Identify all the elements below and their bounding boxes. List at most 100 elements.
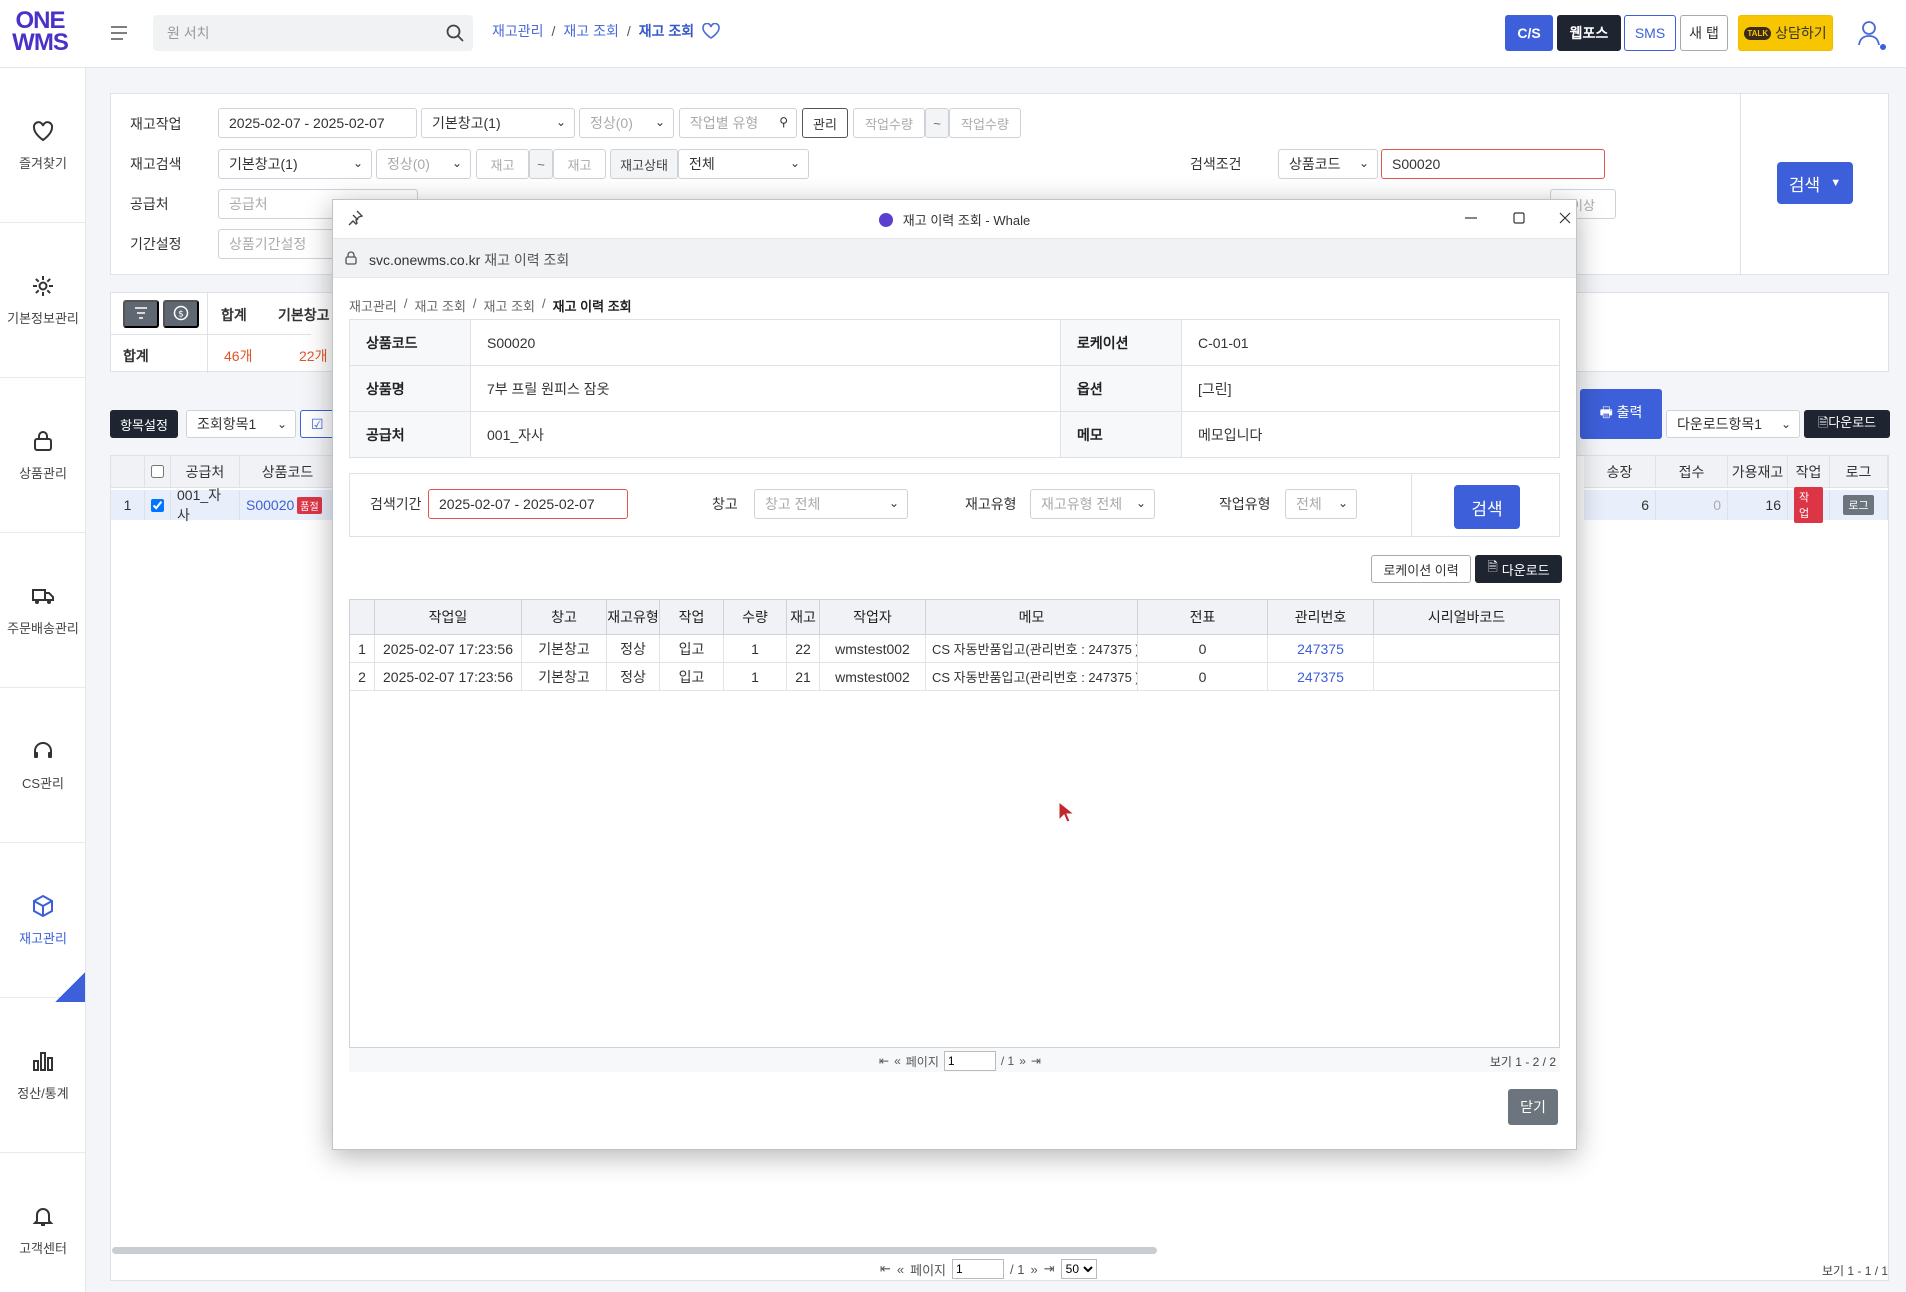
- lock-icon[interactable]: [343, 250, 359, 266]
- currency-icon[interactable]: $: [163, 300, 199, 328]
- last-page-icon[interactable]: ⇥: [1031, 1054, 1041, 1068]
- work-warehouse-select[interactable]: 기본창고(1) ⌄: [421, 108, 575, 138]
- stock-status-select[interactable]: 정상(0) ⌄: [376, 149, 471, 179]
- stock-warehouse-select[interactable]: 기본창고(1) ⌄: [218, 149, 372, 179]
- last-page-icon[interactable]: ⇥: [1044, 1261, 1055, 1277]
- row-code-cell[interactable]: S00020 품절: [240, 490, 336, 520]
- history-search-button[interactable]: 검색: [1454, 485, 1520, 529]
- table-header-checkbox[interactable]: [145, 456, 171, 488]
- stock-state-select[interactable]: 전체 ⌄: [678, 149, 809, 179]
- history-work-type-select[interactable]: 전체 ⌄: [1285, 489, 1357, 519]
- grid-header[interactable]: 작업일: [375, 600, 522, 635]
- table-header-work[interactable]: 작업: [1788, 456, 1830, 488]
- work-status-select[interactable]: 정상(0) ⌄: [579, 108, 674, 138]
- grid-header[interactable]: 메모: [926, 600, 1138, 635]
- close-button[interactable]: 닫기: [1508, 1089, 1558, 1125]
- item-setting-button[interactable]: 항목설정: [110, 410, 178, 438]
- user-icon[interactable]: [1856, 18, 1882, 48]
- filter-icon[interactable]: [123, 300, 159, 328]
- close-icon[interactable]: [1553, 206, 1577, 230]
- print-button[interactable]: 🖶 출력: [1580, 389, 1662, 439]
- checkbox-toggle-button[interactable]: ☑: [300, 410, 336, 438]
- grid-header[interactable]: 전표: [1138, 600, 1268, 635]
- kakao-talk-button[interactable]: TALK 상담하기: [1738, 15, 1833, 51]
- view-item-select[interactable]: 조회항목1 ⌄: [186, 410, 296, 438]
- first-page-icon[interactable]: ⇤: [879, 1054, 889, 1068]
- minimize-icon[interactable]: [1459, 206, 1483, 230]
- table-header-invoice[interactable]: 송장: [1584, 456, 1656, 488]
- stock-to[interactable]: 재고: [553, 149, 606, 179]
- onewms-logo[interactable]: ONE WMS: [10, 9, 70, 58]
- stock-from[interactable]: 재고: [476, 149, 529, 179]
- history-download-button[interactable]: 🗎 다운로드: [1475, 555, 1562, 583]
- grid-header[interactable]: 시리얼바코드: [1374, 600, 1559, 635]
- location-history-button[interactable]: 로케이션 이력: [1371, 555, 1471, 583]
- work-qty-from[interactable]: 작업수량: [853, 108, 925, 138]
- sidebar-item-basic-info[interactable]: 기본정보관리: [0, 223, 86, 378]
- search-icon[interactable]: [445, 23, 465, 43]
- row-code[interactable]: S00020: [246, 497, 294, 513]
- sidebar-item-orders[interactable]: 주문배송관리: [0, 533, 86, 688]
- management-number-link[interactable]: 247375: [1268, 635, 1374, 663]
- grid-header[interactable]: 재고: [787, 600, 820, 635]
- grid-header[interactable]: 창고: [522, 600, 607, 635]
- download-item-select[interactable]: 다운로드항목1 ⌄: [1666, 410, 1800, 438]
- sms-button[interactable]: SMS: [1624, 15, 1676, 51]
- download-button[interactable]: 🗎다운로드: [1804, 410, 1890, 438]
- search-condition-select[interactable]: 상품코드 ⌄: [1278, 149, 1378, 179]
- log-button[interactable]: 로그: [1843, 495, 1874, 515]
- table-header-available[interactable]: 가용재고: [1728, 456, 1788, 488]
- global-search-input[interactable]: [153, 15, 433, 51]
- history-warehouse-select[interactable]: 창고 전체 ⌄: [754, 489, 908, 519]
- manage-button[interactable]: 관리: [802, 108, 848, 138]
- breadcrumb-item[interactable]: 재고관리: [349, 296, 397, 315]
- row-checkbox-cell[interactable]: [145, 490, 171, 520]
- summary-total-value[interactable]: 46개: [224, 346, 252, 366]
- next-page-icon[interactable]: »: [1031, 1262, 1038, 1277]
- summary-basic-value[interactable]: 22개: [299, 346, 327, 366]
- management-number-link[interactable]: 247375: [1268, 663, 1374, 691]
- hamburger-menu-icon[interactable]: [108, 22, 130, 44]
- work-qty-to[interactable]: 작업수량: [949, 108, 1021, 138]
- sidebar-item-customer-center[interactable]: 고객센터: [0, 1153, 86, 1292]
- history-stock-type-select[interactable]: 재고유형 전체 ⌄: [1030, 489, 1155, 519]
- grid-header[interactable]: 작업: [660, 600, 724, 635]
- page-input[interactable]: [952, 1259, 1005, 1279]
- webpos-button[interactable]: 웹포스: [1557, 15, 1621, 51]
- sidebar-item-cs[interactable]: CS관리: [0, 688, 86, 843]
- sidebar-item-favorites[interactable]: 즐겨찾기: [0, 68, 86, 223]
- main-search-button[interactable]: 검색 ▼: [1777, 162, 1853, 204]
- breadcrumb-item[interactable]: 재고관리: [492, 21, 544, 41]
- maximize-icon[interactable]: [1507, 206, 1531, 230]
- search-condition-input[interactable]: S00020: [1381, 149, 1605, 179]
- history-period-input[interactable]: 2025-02-07 - 2025-02-07: [428, 489, 628, 519]
- period-setting-select[interactable]: 상품기간설정: [218, 229, 338, 259]
- select-all-checkbox[interactable]: [151, 465, 164, 478]
- prev-page-icon[interactable]: «: [897, 1262, 904, 1277]
- sidebar-item-statistics[interactable]: 정산/통계: [0, 998, 86, 1153]
- grid-header[interactable]: 수량: [724, 600, 787, 635]
- per-page-select[interactable]: 50: [1060, 1259, 1097, 1279]
- table-header-accept[interactable]: 접수: [1656, 456, 1728, 488]
- table-header-supplier[interactable]: 공급처: [171, 456, 240, 488]
- breadcrumb-item[interactable]: 재고 조회: [563, 21, 618, 41]
- row-checkbox[interactable]: [151, 498, 164, 512]
- table-header-log[interactable]: 로그: [1830, 456, 1888, 488]
- prev-page-icon[interactable]: «: [894, 1054, 901, 1068]
- grid-header[interactable]: 관리번호: [1268, 600, 1374, 635]
- grid-header[interactable]: 작업자: [820, 600, 926, 635]
- grid-header[interactable]: 재고유형: [607, 600, 660, 635]
- popup-url[interactable]: svc.onewms.co.kr 재고 이력 조회: [369, 250, 569, 270]
- new-tab-button[interactable]: 새 탭: [1680, 15, 1728, 51]
- sidebar-item-products[interactable]: 상품관리: [0, 378, 86, 533]
- work-type-input[interactable]: 작업별 유형 ⚲: [679, 108, 797, 138]
- horizontal-scrollbar[interactable]: [112, 1247, 1157, 1254]
- breadcrumb-item[interactable]: 재고 조회: [414, 296, 465, 315]
- page-input[interactable]: [943, 1051, 996, 1071]
- favorite-heart-icon[interactable]: [702, 23, 720, 39]
- cs-button[interactable]: C/S: [1505, 15, 1553, 51]
- breadcrumb-item[interactable]: 재고 조회: [484, 296, 535, 315]
- work-button[interactable]: 작업: [1794, 487, 1823, 523]
- next-page-icon[interactable]: »: [1019, 1054, 1026, 1068]
- work-date-range[interactable]: 2025-02-07 - 2025-02-07: [218, 108, 417, 138]
